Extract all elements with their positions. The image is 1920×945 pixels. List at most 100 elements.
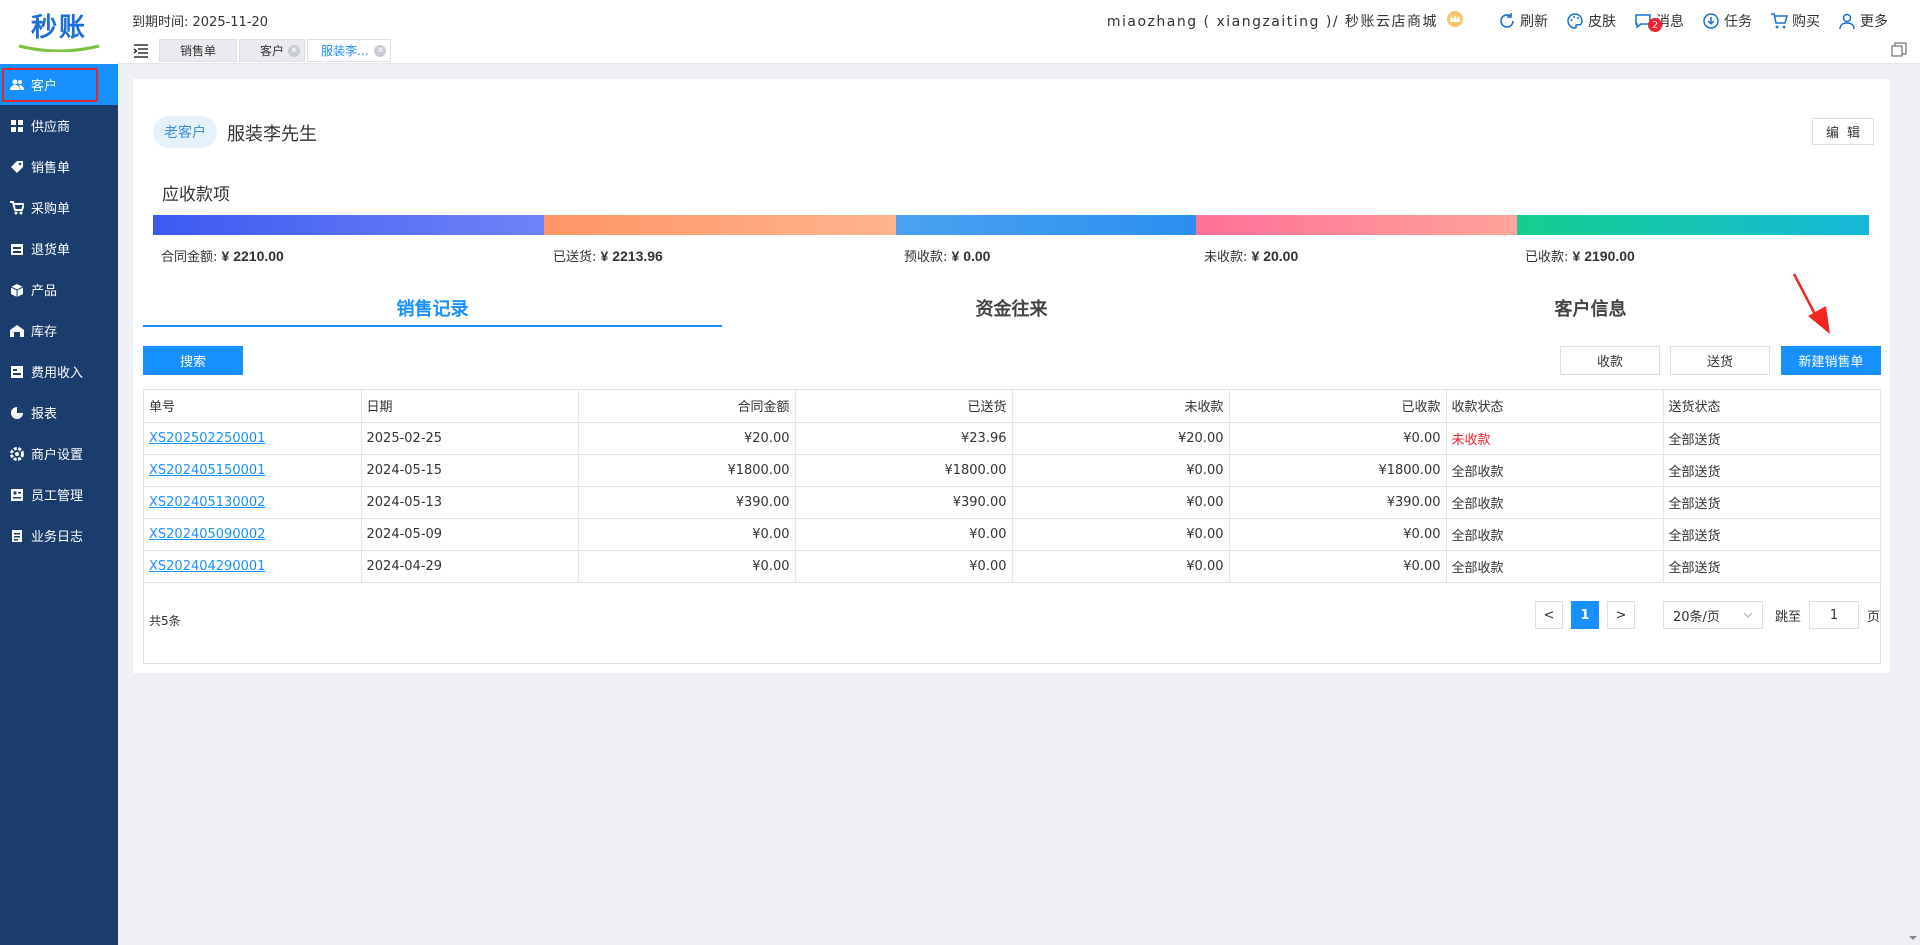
skin-label: 皮肤 (1588, 14, 1616, 30)
cell-received: ¥390.00 (1229, 486, 1447, 519)
new-sales-order-button[interactable]: 新建销售单 (1781, 346, 1881, 375)
sidebar-item-return-order[interactable]: 退货单 (0, 228, 118, 269)
page-1-button[interactable]: 1 (1570, 601, 1599, 629)
cell-delivery-status: 全部送货 (1663, 518, 1881, 551)
sidebar-item-supplier[interactable]: 供应商 (0, 105, 118, 146)
sidebar-item-purchase-order[interactable]: 采购单 (0, 187, 118, 228)
unpaid-amount: 未收款: ¥ 20.00 (1204, 246, 1298, 265)
refresh-label: 刷新 (1520, 14, 1548, 30)
contract-amount-label: 合同金额: (161, 250, 218, 265)
jump-label: 跳至 (1774, 609, 1801, 625)
tab-sales-records[interactable]: 销售记录 (143, 293, 722, 327)
message-button[interactable]: 2 消息 (1634, 11, 1684, 32)
tab-customer[interactable]: 客户 ✕ (239, 39, 306, 62)
deliver-button[interactable]: 送货 (1670, 346, 1770, 375)
jump-page-input[interactable]: 1 (1808, 601, 1859, 629)
tab-sales-order[interactable]: 销售单 (159, 39, 238, 62)
order-link[interactable]: XS202405090002 (149, 527, 265, 542)
tag-icon (9, 159, 25, 175)
sidebar-menu: 客户 供应商 销售单 采购单 退货单 产品 库存 费用收入 报表 商户设置 员工… (0, 64, 118, 556)
cell-delivered: ¥23.96 (795, 422, 1013, 455)
sidebar-item-expense-income[interactable]: 费用收入 (0, 351, 118, 392)
col-delivered[interactable]: 已送货 (795, 390, 1013, 423)
collect-payment-button[interactable]: 收款 (1560, 346, 1660, 375)
order-link[interactable]: XS202405130002 (149, 495, 265, 510)
cell-date: 2024-05-09 (361, 518, 579, 551)
received-amount-value: ¥ 2190.00 (1572, 248, 1635, 264)
table-row[interactable]: XS202405130002 2024-05-13 ¥390.00 ¥390.0… (144, 486, 1881, 519)
sidebar-item-inventory[interactable]: 库存 (0, 310, 118, 351)
task-button[interactable]: 任务 (1702, 11, 1752, 31)
menu-toggle-icon[interactable] (132, 42, 150, 60)
more-label: 更多 (1860, 14, 1888, 30)
pagination: < 1 > 20条/页 跳至 1 页 (1534, 601, 1880, 629)
buy-button[interactable]: 购买 (1770, 11, 1820, 31)
table-row[interactable]: XS202404290001 2024-04-29 ¥0.00 ¥0.00 ¥0… (144, 550, 1881, 583)
cell-date: 2024-05-13 (361, 486, 579, 519)
col-unpaid[interactable]: 未收款 (1012, 390, 1230, 423)
store-name[interactable]: miaozhang ( xiangzaiting )/ 秒账云店商城 (1107, 11, 1438, 31)
col-contract-amount[interactable]: 合同金额 (578, 390, 796, 423)
bar-segment-unpaid (1196, 215, 1517, 235)
order-link[interactable]: XS202404290001 (149, 559, 265, 574)
table-row[interactable]: XS202405150001 2024-05-15 ¥1800.00 ¥1800… (144, 454, 1881, 487)
table-header-row: 单号 日期 合同金额 已送货 未收款 已收款 收款状态 送货状态 (144, 390, 1881, 423)
next-page-button[interactable]: > (1606, 601, 1635, 629)
pie-chart-icon (9, 405, 25, 421)
sidebar-item-report[interactable]: 报表 (0, 392, 118, 433)
sidebar-item-label: 商户设置 (31, 448, 84, 463)
page-size-select[interactable]: 20条/页 (1662, 601, 1763, 629)
palette-icon (1567, 13, 1583, 29)
refresh-icon (1500, 13, 1514, 28)
more-button[interactable]: 更多 (1838, 11, 1888, 31)
col-payment-status[interactable]: 收款状态 (1446, 390, 1664, 423)
return-icon (9, 241, 25, 257)
logo-swoosh-icon (18, 44, 100, 52)
page-size-value: 20条/页 (1672, 609, 1720, 625)
refresh-button[interactable]: 刷新 (1498, 11, 1548, 31)
crown-icon (1446, 10, 1464, 32)
sidebar-item-business-log[interactable]: 业务日志 (0, 515, 118, 556)
sidebar-item-merchant-settings[interactable]: 商户设置 (0, 433, 118, 474)
sidebar-item-sales-order[interactable]: 销售单 (0, 146, 118, 187)
tab-customer-detail[interactable]: 服装李... ✕ (307, 39, 392, 62)
col-received[interactable]: 已收款 (1229, 390, 1447, 423)
cell-received: ¥1800.00 (1229, 454, 1447, 487)
cell-payment-status: 未收款 (1446, 422, 1664, 455)
table-row[interactable]: XS202502250001 2025-02-25 ¥20.00 ¥23.96 … (144, 422, 1881, 455)
table-row[interactable]: XS202405090002 2024-05-09 ¥0.00 ¥0.00 ¥0… (144, 518, 1881, 551)
sidebar-item-label: 退货单 (31, 243, 71, 258)
col-date[interactable]: 日期 (361, 390, 579, 423)
contract-amount: 合同金额: ¥ 2210.00 (161, 246, 284, 265)
close-icon[interactable]: ✕ (374, 45, 387, 57)
col-delivery-status[interactable]: 送货状态 (1663, 390, 1881, 423)
task-label: 任务 (1724, 14, 1752, 30)
cell-delivered: ¥0.00 (795, 518, 1013, 551)
prev-page-button[interactable]: < (1534, 601, 1563, 629)
prepaid-amount: 预收款: ¥ 0.00 (904, 246, 990, 265)
skin-button[interactable]: 皮肤 (1566, 11, 1616, 31)
tab-label: 销售单 (180, 44, 217, 58)
sidebar-item-staff[interactable]: 员工管理 (0, 474, 118, 515)
receivables-bar (153, 215, 1869, 235)
col-order-no[interactable]: 单号 (144, 390, 362, 423)
sidebar-item-product[interactable]: 产品 (0, 269, 118, 310)
message-badge: 2 (1648, 18, 1662, 32)
tab-fund-transactions[interactable]: 资金往来 (722, 293, 1301, 327)
cell-delivered: ¥1800.00 (795, 454, 1013, 487)
cell-unpaid: ¥0.00 (1012, 454, 1230, 487)
scroll-down-icon[interactable] (1906, 931, 1920, 945)
order-link[interactable]: XS202405150001 (149, 463, 265, 478)
cell-contract-amount: ¥390.00 (578, 486, 796, 519)
sidebar-item-label: 员工管理 (31, 489, 84, 504)
app-logo[interactable]: 秒账 (0, 0, 118, 64)
edit-button[interactable]: 编辑 (1812, 118, 1874, 145)
order-link[interactable]: XS202502250001 (149, 431, 265, 446)
bar-segment-contract (153, 215, 544, 235)
sidebar-item-label: 报表 (31, 407, 58, 422)
window-restore-icon[interactable] (1891, 42, 1907, 58)
tab-label: 客户 (260, 44, 285, 58)
search-button[interactable]: 搜索 (143, 346, 243, 375)
close-icon[interactable]: ✕ (288, 45, 301, 57)
cell-unpaid: ¥0.00 (1012, 486, 1230, 519)
